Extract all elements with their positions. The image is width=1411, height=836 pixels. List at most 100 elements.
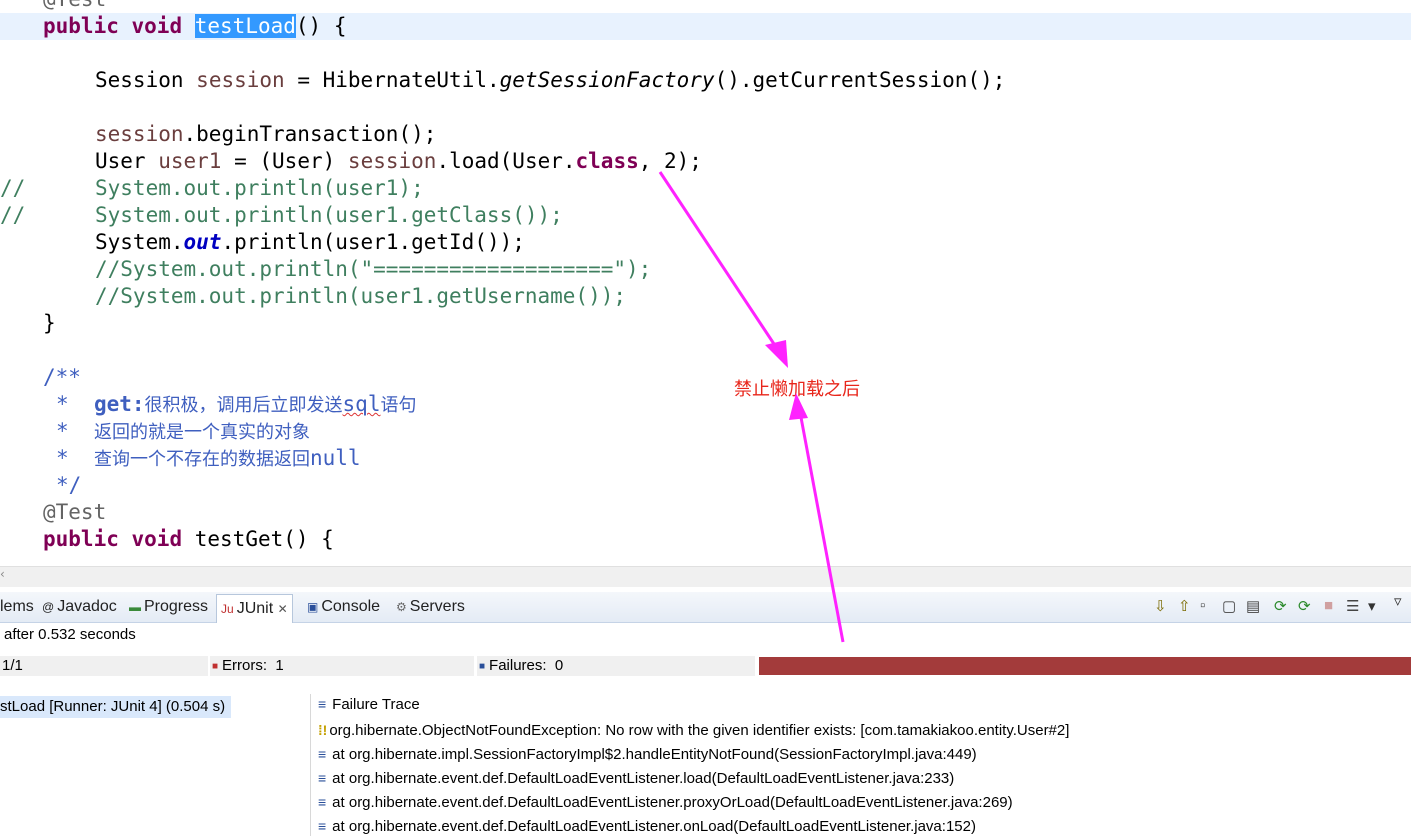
failures-label: Failures: [489, 657, 547, 674]
tab-problems[interactable]: lems [0, 596, 34, 618]
show-failures-only-icon[interactable]: ▫ [1200, 597, 1205, 614]
tab-servers[interactable]: ⚙ Servers [396, 596, 465, 618]
tab-junit[interactable]: Ju JUnit ✕ [216, 594, 293, 623]
rerun-icon[interactable]: ⟳ [1274, 597, 1287, 615]
code-line: */ [56, 472, 81, 499]
runs-counter: 1/1 [0, 656, 208, 676]
trace-line[interactable]: ≡ at org.hibernate.impl.SessionFactoryImp… [318, 746, 977, 763]
horizontal-scrollbar[interactable]: ‹ [0, 566, 1411, 587]
junit-panel: lems @ Javadoc ▬ Progress Ju JUnit ✕ ▣ Conso… [0, 592, 1411, 836]
stop-icon[interactable]: ■ [1324, 597, 1333, 614]
trace-text: at org.hibernate.event.def.DefaultLoadEv… [332, 770, 955, 787]
stack-frame-icon: ≡ [318, 746, 327, 762]
stack-frame-icon: ≡ [318, 794, 327, 810]
code-text: testGet() { [194, 527, 334, 551]
tab-label: lems [0, 598, 34, 615]
keyword: public [43, 527, 119, 551]
trace-line[interactable]: ≡ at org.hibernate.event.def.DefaultLoadE… [318, 818, 976, 835]
trace-text: at org.hibernate.event.def.DefaultLoadEv… [332, 794, 1013, 811]
tab-label: Progress [144, 598, 209, 615]
stack-frame-icon: ≡ [318, 770, 327, 786]
comment-text: System.out.println(user1.getClass()); [95, 203, 563, 227]
code-line: System.out.println(user1.getId()); [95, 229, 525, 256]
rerun-failed-icon[interactable]: ⟳ [1298, 597, 1311, 615]
scroll-lock-icon[interactable]: ▢ [1222, 597, 1236, 615]
javadoc-text: */ [56, 473, 82, 497]
spellcheck-word: sql [342, 392, 381, 416]
javadoc-text: /** [43, 365, 81, 389]
comment-text: //System.out.println(user1.getUsername()… [95, 284, 627, 308]
tab-javadoc[interactable]: @ Javadoc [42, 596, 117, 618]
code-line: * get:很积极，调用后立即发送sql语句 [56, 391, 416, 418]
keyword: void [131, 14, 183, 38]
code-text: , 2); [638, 149, 702, 173]
test-tree: stLoad [Runner: JUnit 4] (0.504 s) [0, 694, 311, 836]
javadoc-text: 返回的就是一个真实的对象 [93, 422, 310, 443]
selected-method-name[interactable]: testLoad [194, 14, 296, 38]
errors-counter: ■ Errors: 1 [210, 656, 474, 676]
run-status-text: after 0.532 seconds [4, 626, 136, 643]
javadoc-text: * [56, 446, 69, 470]
static-method: getSessionFactory [499, 68, 715, 92]
comment-marker: // [0, 203, 26, 227]
trace-line[interactable]: ⁞! org.hibernate.ObjectNotFoundException:… [318, 722, 1069, 739]
javadoc-text: 查询一个不存在的数据返回 [93, 449, 310, 470]
layout-icon[interactable]: ▤ [1246, 597, 1260, 615]
trace-text: at org.hibernate.event.def.DefaultLoadEv… [332, 818, 976, 835]
comment-marker: // [0, 176, 26, 200]
exception-icon: ⁞! [318, 722, 328, 738]
scroll-left-icon[interactable]: ‹ [0, 567, 5, 581]
code-line: * 查询一个不存在的数据返回null [56, 445, 361, 472]
keyword: public [43, 14, 119, 38]
comment-text: //System.out.println("==================… [95, 257, 652, 281]
code-text: = (User) [234, 149, 336, 173]
code-text: Session [95, 68, 184, 92]
previous-failure-icon[interactable]: ⇧ [1178, 597, 1191, 615]
close-icon[interactable]: ✕ [278, 602, 288, 616]
variable: session [196, 68, 285, 92]
failure-trace: ≡ Failure Trace ⁞! org.hibernate.ObjectNot… [314, 694, 1411, 836]
console-icon: ▣ [307, 600, 319, 614]
view-tab-bar: lems @ Javadoc ▬ Progress Ju JUnit ✕ ▣ Conso… [0, 592, 1411, 623]
code-line: //System.out.println(user1.getUsername()… [95, 283, 626, 310]
code-line: System.out.println(user1.getClass()); [95, 202, 563, 229]
code-text: System. [95, 230, 184, 254]
code-line: public void testLoad() { [43, 13, 346, 40]
test-tree-item[interactable]: stLoad [Runner: JUnit 4] (0.504 s) [0, 696, 232, 718]
code-text: .println(user1.getId()); [221, 230, 525, 254]
code-line: @Test [43, 0, 106, 13]
javadoc-text: null [309, 446, 361, 470]
code-editor[interactable]: @Test public void testLoad() { Session s… [0, 0, 1411, 566]
static-field: out [183, 230, 222, 254]
tab-label: Console [321, 598, 381, 615]
history-icon[interactable]: ☰ [1346, 597, 1359, 615]
variable: session [347, 149, 437, 173]
code-text: ().getCurrentSession(); [714, 68, 1006, 92]
runs-value: 1/1 [2, 657, 23, 674]
progress-icon: ▬ [129, 600, 141, 614]
annotation-text: @Test [43, 500, 107, 524]
at-icon: @ [42, 600, 55, 614]
counters-bar: 1/1 ■ Errors: 1 ■ Failures: 0 [0, 654, 1411, 678]
next-failure-icon[interactable]: ⇩ [1154, 597, 1167, 615]
view-menu-icon[interactable]: ▾ [1368, 597, 1376, 615]
javadoc-text: * [56, 392, 69, 416]
code-line: Session session = HibernateUtil.getSessi… [95, 67, 1005, 94]
code-line: session.beginTransaction(); [95, 121, 436, 148]
code-text: () { [295, 14, 347, 38]
failure-trace-header: ≡ Failure Trace [318, 696, 420, 713]
trace-line[interactable]: ≡ at org.hibernate.event.def.DefaultLoadE… [318, 770, 954, 787]
trace-line[interactable]: ≡ at org.hibernate.event.def.DefaultLoadE… [318, 794, 1013, 811]
errors-value: 1 [275, 657, 284, 674]
tab-console[interactable]: ▣ Console [307, 596, 380, 618]
tab-label: JUnit [236, 600, 274, 617]
stack-frame-icon: ≡ [318, 818, 327, 834]
code-text: .beginTransaction(); [183, 122, 437, 146]
failure-icon: ■ [479, 661, 486, 672]
tab-progress[interactable]: ▬ Progress [129, 596, 208, 618]
code-line: @Test [43, 499, 106, 526]
code-text: User [95, 149, 146, 173]
javadoc-text: 语句 [380, 395, 417, 416]
minimize-icon[interactable]: ▿ [1394, 592, 1402, 610]
errors-label: Errors: [222, 657, 268, 674]
